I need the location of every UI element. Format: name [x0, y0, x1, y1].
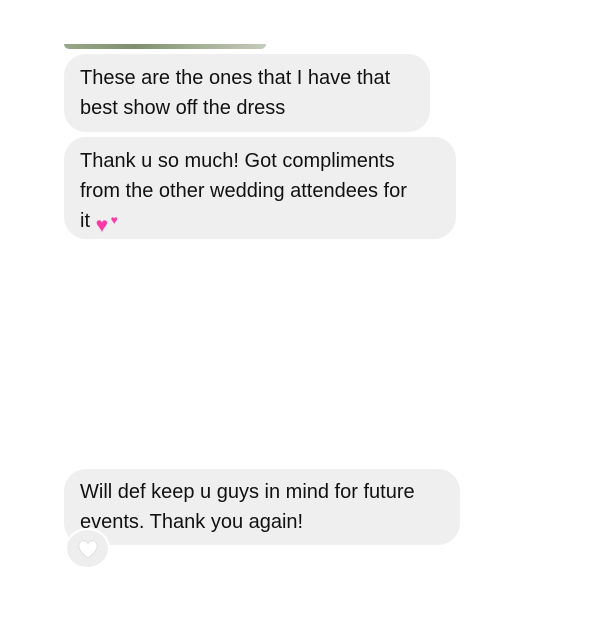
white-heart-icon	[78, 539, 97, 559]
message-1-line-1: These are the ones that I have that	[80, 67, 391, 89]
heart-large-icon: ♥	[95, 214, 109, 237]
reaction-badge[interactable]	[67, 530, 108, 567]
message-2-line-1: Thank u so much! Got compliments	[80, 150, 395, 172]
message-bubble-1[interactable]: These are the ones that I have that best…	[64, 54, 430, 132]
previous-image-edge[interactable]	[64, 44, 266, 49]
chat-thread: These are the ones that I have that best…	[0, 0, 591, 619]
message-2-line-2: from the other wedding attendees for	[80, 180, 407, 202]
message-bubble-2[interactable]: Thank u so much! Got compliments from th…	[64, 137, 456, 239]
message-bubble-3[interactable]: Will def keep u guys in mind for future …	[64, 469, 460, 545]
message-2-line-3-text: it	[80, 210, 90, 232]
message-3-line-2: events. Thank you again!	[80, 511, 304, 533]
two-hearts-icon: ♥ ♥	[96, 209, 124, 237]
message-2-line-3: it ♥ ♥	[80, 206, 440, 237]
message-3-line-1: Will def keep u guys in mind for future	[80, 481, 415, 503]
message-1-line-2: best show off the dress	[80, 97, 286, 119]
heart-small-icon: ♥	[110, 213, 118, 227]
